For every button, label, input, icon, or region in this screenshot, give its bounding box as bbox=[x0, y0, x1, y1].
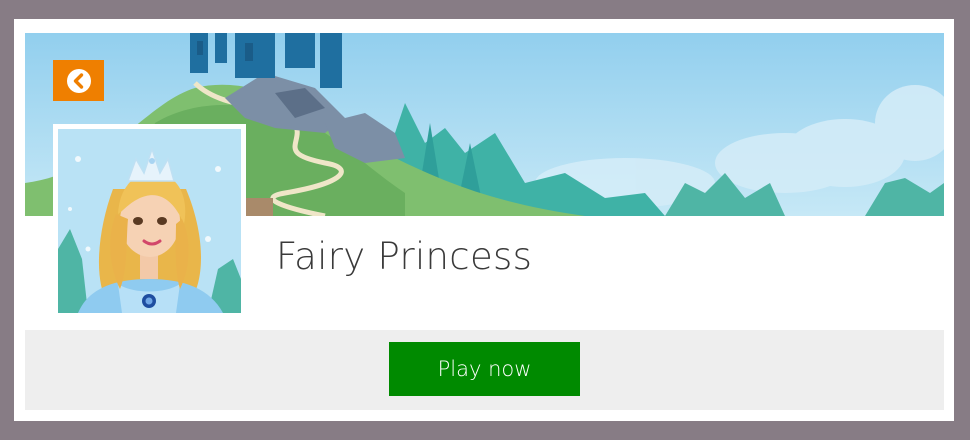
chevron-left-icon bbox=[66, 68, 91, 93]
game-thumbnail bbox=[53, 124, 246, 313]
back-button[interactable] bbox=[53, 60, 104, 101]
action-bar: Play now bbox=[25, 330, 944, 410]
game-title: Fairy Princess bbox=[276, 235, 533, 278]
play-now-button[interactable]: Play now bbox=[389, 342, 580, 396]
game-card: Fairy Princess Play now bbox=[14, 19, 954, 421]
princess-image bbox=[58, 129, 241, 313]
